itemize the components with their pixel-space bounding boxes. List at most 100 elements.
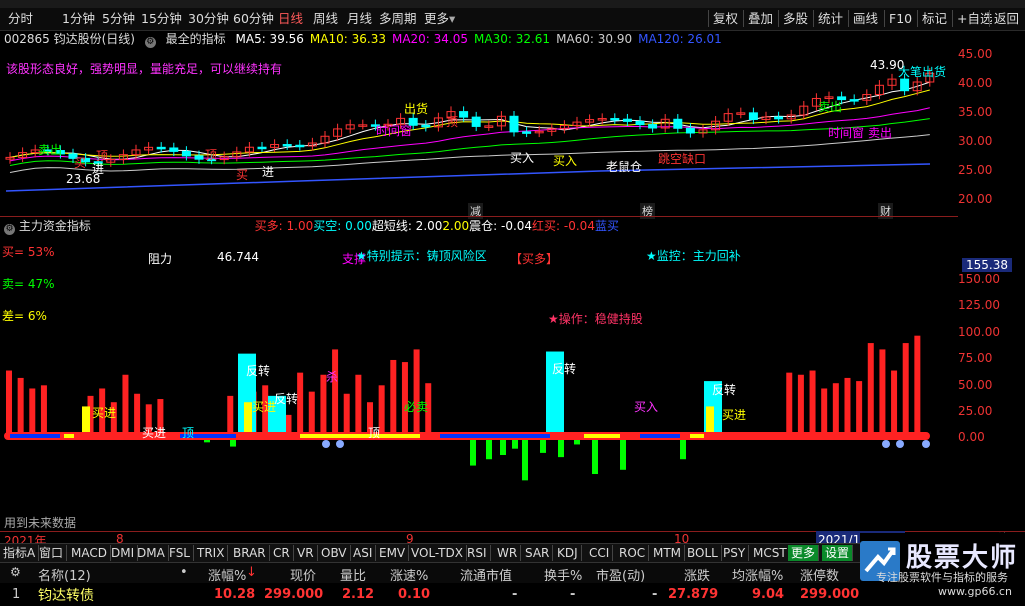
candle-body[interactable] [849, 99, 859, 102]
tab-more[interactable]: 更多 [424, 11, 449, 27]
tab-1min[interactable]: 1分钟 [62, 11, 95, 27]
candle-body[interactable] [685, 127, 695, 134]
indicator-tab-22[interactable]: PSY [720, 545, 750, 561]
indicator-tab-8[interactable]: CR [270, 545, 294, 561]
col-name[interactable]: 名称(12) [38, 565, 91, 584]
indicator-tab-4[interactable]: DMA [134, 545, 169, 561]
inflow-bar [343, 393, 350, 436]
fuquan-button[interactable]: 复权 [708, 10, 742, 27]
indicator-tab-10[interactable]: OBV [318, 545, 351, 561]
settings-icon[interactable]: ⚙ [4, 224, 15, 235]
draw-line-button[interactable]: 画线 [848, 10, 882, 27]
back-button[interactable]: 返回 [989, 10, 1023, 27]
watermark-logo: 股票大师 专注股票软件与指标的服务 www.gp66.cn [860, 533, 1025, 606]
candle-body[interactable] [610, 118, 620, 121]
candle-body[interactable] [471, 116, 481, 127]
indicator-tab-13[interactable]: VOL-TDX [408, 545, 467, 561]
col-change[interactable]: 涨跌 [684, 565, 710, 584]
indicator-tab-7[interactable]: BRAR [230, 545, 270, 561]
panel2-indicator-name[interactable]: 主力资金指标 [19, 219, 91, 233]
candle-body[interactable] [194, 155, 204, 160]
indicator-tab-14[interactable]: RSI [464, 545, 491, 561]
inflow-bar [891, 370, 898, 436]
indicator-tab-21[interactable]: BOLL [684, 545, 722, 561]
inflow-bar [914, 335, 921, 436]
candle-body[interactable] [257, 146, 267, 150]
candle-body[interactable] [181, 150, 191, 157]
indicator-tab-0[interactable]: 指标A [0, 545, 40, 561]
candle-body[interactable] [522, 131, 532, 134]
indicator-tab-16[interactable]: SAR [522, 545, 554, 561]
overlay-button[interactable]: 叠加 [743, 10, 777, 27]
candle-body[interactable] [635, 120, 645, 126]
col-avg[interactable]: 均涨幅% [732, 565, 783, 584]
mark-button[interactable]: 标记 [917, 10, 951, 27]
tab-30min[interactable]: 30分钟 [188, 11, 229, 27]
stats-button[interactable]: 统计 [813, 10, 847, 27]
f10-button[interactable]: F10 [884, 10, 916, 27]
panel2-value-3: 2.00 [442, 219, 470, 233]
candle-body[interactable] [421, 124, 431, 128]
sort-down-icon[interactable]: ↓ [246, 565, 257, 580]
indicator-tab-2[interactable]: MACD [68, 545, 111, 561]
multi-stock-button[interactable]: 多股 [778, 10, 812, 27]
indicator-tab-23[interactable]: MCST [750, 545, 791, 561]
candle-body[interactable] [648, 124, 658, 129]
col-speed[interactable]: 涨速% [390, 565, 428, 584]
inflow-bar [797, 374, 804, 436]
col-pe[interactable]: 市盈(动) [596, 565, 645, 584]
indicator-tab-17[interactable]: KDJ [554, 545, 582, 561]
candle-body[interactable] [295, 144, 305, 148]
candle-body[interactable] [900, 78, 910, 92]
tab-daily[interactable]: 日线 [278, 11, 303, 27]
tab-weekly[interactable]: 周线 [313, 11, 338, 27]
indicator-tab-15[interactable]: WR [494, 545, 522, 561]
tab-5min[interactable]: 5分钟 [102, 11, 135, 27]
indicator-name[interactable]: 最全的指标 [166, 32, 226, 46]
col-vr[interactable]: 量比 [340, 565, 366, 584]
candle-body[interactable] [169, 147, 179, 152]
candle-body[interactable] [459, 111, 469, 118]
inflow-bar [29, 388, 36, 436]
candle-body[interactable] [156, 146, 166, 150]
indicator-tab-25[interactable]: 设置 [822, 545, 854, 561]
indicator-tab-12[interactable]: EMV [376, 545, 410, 561]
indicator-tab-1[interactable]: 窗口 [36, 545, 68, 561]
col-turnover[interactable]: 换手% [544, 565, 582, 584]
indicator-tab-18[interactable]: CCI [586, 545, 614, 561]
candle-body[interactable] [748, 112, 758, 120]
candle-body[interactable] [774, 116, 784, 120]
capital-flow-chart[interactable] [0, 236, 958, 530]
chart-annotation-5: 进 [262, 165, 275, 179]
candle-body[interactable] [622, 118, 632, 122]
col-limit[interactable]: 涨停数 [800, 565, 839, 584]
inflow-bar [332, 349, 339, 436]
indicator-tab-11[interactable]: ASI [350, 545, 377, 561]
candle-body[interactable] [282, 144, 292, 147]
panel2-values: 买多: 1.00买空: 0.00超短线: 2.002.00震仓: -0.04红买… [255, 219, 619, 233]
indicator-tab-24[interactable]: 更多 [788, 545, 820, 561]
indicator-tab-9[interactable]: VR [294, 545, 318, 561]
tab-multi-period[interactable]: 多周期 [379, 11, 417, 27]
indicator-tab-19[interactable]: ROC [616, 545, 650, 561]
indicator-tab-5[interactable]: FSL [166, 545, 194, 561]
tab-monthly[interactable]: 月线 [347, 11, 372, 27]
col-price[interactable]: 现价 [290, 565, 316, 584]
candle-body[interactable] [509, 115, 519, 133]
candlestick-chart[interactable] [0, 47, 958, 217]
ma-legend-0: MA5: 39.56 [235, 32, 304, 46]
logo-subtitle: 专注股票软件与指标的服务 [876, 571, 1008, 584]
candle-body[interactable] [673, 118, 683, 129]
col-mcap[interactable]: 流通市值 [460, 565, 512, 584]
col-pct[interactable]: 涨幅% [208, 565, 246, 584]
period-toolbar: 分时 1分钟 5分钟 15分钟 30分钟 60分钟 日线 周线 月线 多周期 更… [0, 8, 1025, 31]
tab-60min[interactable]: 60分钟 [233, 11, 274, 27]
chart-annotation-16: 卖出 [868, 126, 893, 140]
chevron-down-icon[interactable]: ▾ [449, 11, 455, 27]
settings-icon[interactable]: ⚙ [10, 565, 21, 579]
tab-15min[interactable]: 15分钟 [141, 11, 182, 27]
tab-fenshi[interactable]: 分时 [8, 11, 33, 27]
indicator-tab-20[interactable]: MTM [650, 545, 686, 561]
inflow-bar [413, 349, 420, 436]
indicator-tab-6[interactable]: TRIX [194, 545, 229, 561]
